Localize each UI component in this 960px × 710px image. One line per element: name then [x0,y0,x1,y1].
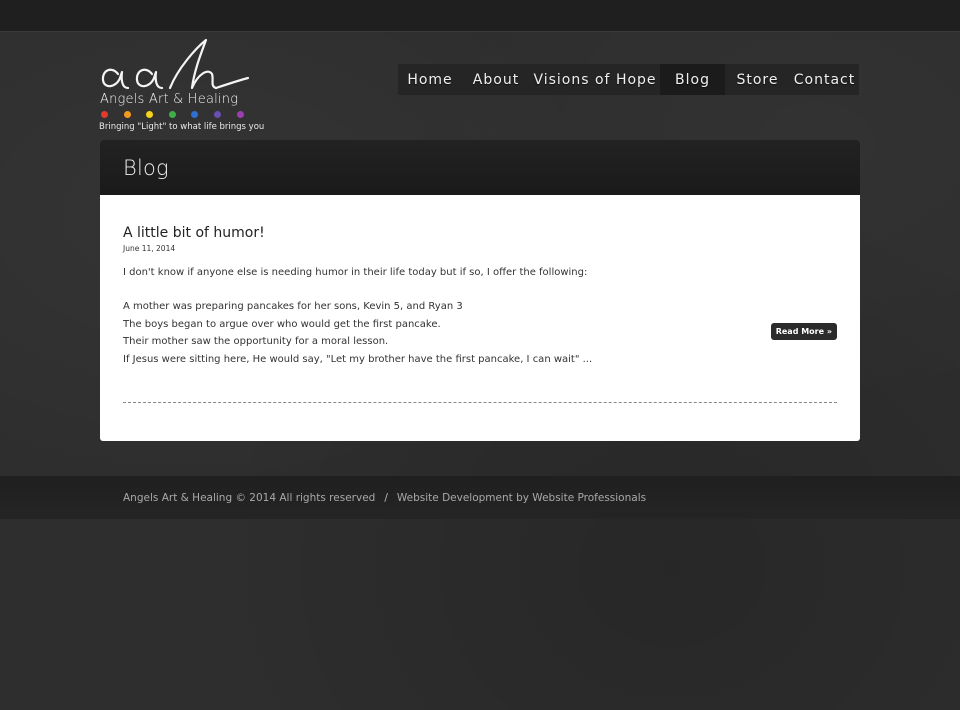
logo-dot [213,111,221,118]
post-intro: I don't know if anyone else is needing h… [123,267,588,278]
post-excerpt-line: A mother was preparing pancakes for her … [123,301,463,312]
post-excerpt-line: Their mother saw the opportunity for a m… [123,336,389,347]
nav-item-store[interactable]: Store [725,64,790,95]
post-divider [123,402,837,403]
nav-item-home[interactable]: Home [398,64,462,95]
logo-dot [101,111,108,118]
post-title[interactable]: A little bit of humor! [123,225,837,241]
top-bar [0,0,960,32]
post-excerpt-line: If Jesus were sitting here, He would say… [123,353,593,365]
post-excerpt-line: The boys began to argue over who would g… [123,318,441,330]
logo-wordmark: Angels Art & Healing [100,92,239,107]
site-footer: Angels Art & Healing © 2014 All rights r… [0,476,960,519]
logo-rainbow-dots [101,111,244,118]
nav-item-about[interactable]: About [462,64,530,95]
footer-separator: / [384,491,388,504]
logo-dot [123,111,131,118]
nav-item-blog[interactable]: Blog [660,64,725,95]
main-nav: Home About Visions of Hope Blog Store Co… [398,64,859,95]
nav-item-contact[interactable]: Contact [790,64,859,95]
logo-dot [191,111,199,118]
page-header: Blog [100,140,860,195]
page-title: Blog [123,155,169,180]
logo-dot [236,111,244,118]
logo-tagline: Bringing "Light" to what life brings you [99,122,265,132]
logo-dot [146,111,154,118]
footer-credit-link[interactable]: Website Development by Website Professio… [397,492,646,504]
footer-copyright: Angels Art & Healing © 2014 All rights r… [123,491,376,504]
site-logo[interactable]: Angels Art & Healing Bringing "Light" to… [98,38,265,134]
aah-monogram-icon [101,38,250,90]
read-more-button[interactable]: Read More » [770,323,837,340]
nav-item-visions-of-hope[interactable]: Visions of Hope [530,64,660,95]
content-panel: Blog A little bit of humor! June 11, 201… [100,140,860,441]
logo-dot [168,111,176,118]
post-excerpt: A mother was preparing pancakes for her … [123,298,837,368]
post-date: June 11, 2014 [123,244,176,253]
blog-post: A little bit of humor! June 11, 2014 I d… [100,195,860,368]
